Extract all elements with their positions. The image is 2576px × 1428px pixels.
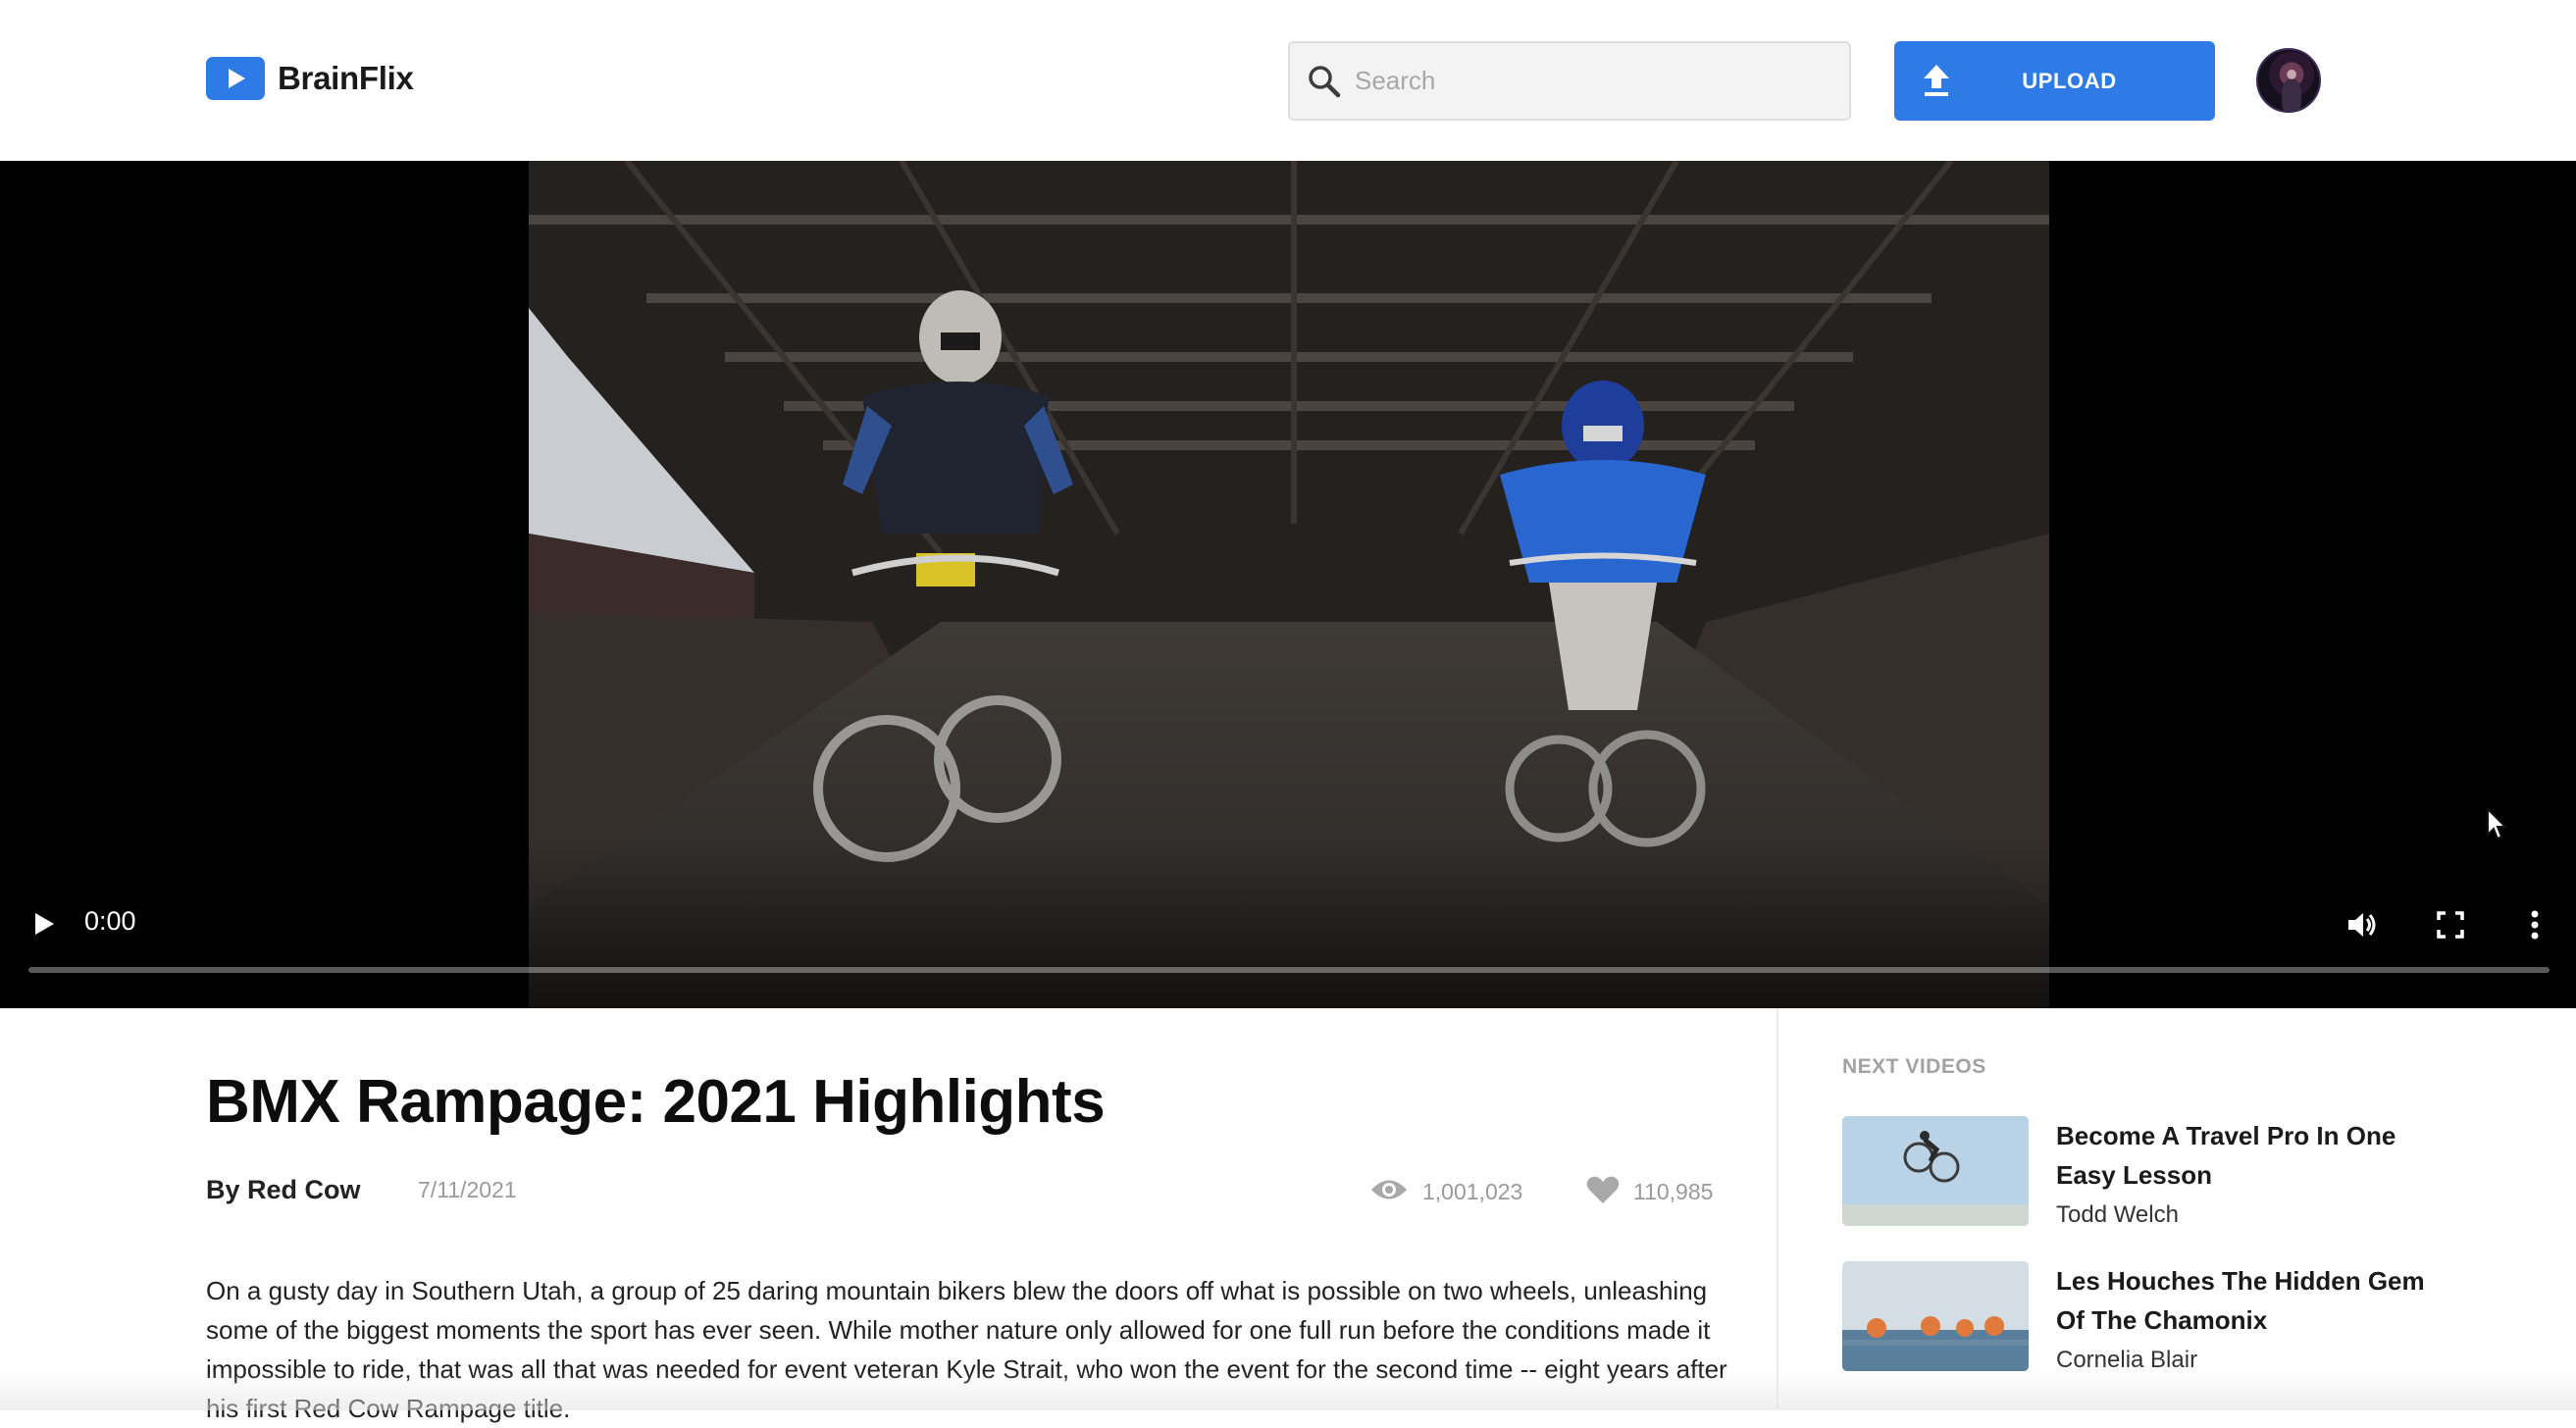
progress-bar[interactable] — [28, 967, 2550, 973]
views-value: 1,001,023 — [1422, 1179, 1523, 1204]
volume-icon[interactable] — [2344, 907, 2380, 943]
play-icon — [206, 57, 265, 100]
video-meta: By Red Cow 7/11/2021 1,001,023 110,985 — [206, 1175, 1713, 1214]
upload-label: UPLOAD — [2022, 68, 2117, 93]
likes-value: 110,985 — [1633, 1179, 1714, 1204]
time-display: 0:00 — [84, 906, 136, 936]
video-title: BMX Rampage: 2021 Highlights — [206, 1068, 1106, 1136]
next-video-thumbnail — [1842, 1116, 2029, 1226]
search-input[interactable] — [1355, 66, 1826, 96]
site-header: BrainFlix UPLOAD — [0, 0, 2576, 161]
eye-icon — [1369, 1175, 1409, 1209]
mouse-cursor-icon — [2486, 806, 2509, 842]
content-divider — [1777, 1008, 1778, 1410]
next-video-author: Todd Welch — [2056, 1201, 2179, 1228]
likes-count[interactable]: 110,985 — [1586, 1175, 1713, 1209]
play-icon[interactable] — [29, 909, 59, 939]
controls-gradient — [0, 842, 2576, 1008]
video-date: 7/11/2021 — [418, 1177, 517, 1202]
video-player[interactable]: 0:00 — [0, 161, 2576, 1008]
next-video-title: Become A Travel Pro In One Easy Lesson — [2056, 1121, 2396, 1190]
next-video-item[interactable]: Become A Travel Pro In One Easy Lesson T… — [1842, 1116, 2450, 1228]
search-icon — [1304, 61, 1345, 102]
next-videos-heading: NEXT VIDEOS — [1842, 1055, 1986, 1078]
more-vertical-icon[interactable] — [2521, 907, 2549, 943]
views-count: 1,001,023 — [1369, 1175, 1522, 1209]
next-video-thumbnail — [1842, 1261, 2029, 1371]
fullscreen-icon[interactable] — [2433, 907, 2468, 943]
video-description: On a gusty day in Southern Utah, a group… — [206, 1276, 1727, 1423]
heart-icon — [1586, 1175, 1620, 1209]
video-details: BMX Rampage: 2021 Highlights By Red Cow … — [0, 1008, 2576, 1423]
next-video-title: Les Houches The Hidden Gem Of The Chamon… — [2056, 1266, 2425, 1335]
brainflix-logo[interactable]: BrainFlix — [206, 57, 414, 100]
avatar[interactable] — [2256, 48, 2321, 113]
next-video-item[interactable]: Les Houches The Hidden Gem Of The Chamon… — [1842, 1261, 2450, 1373]
logo-text: BrainFlix — [278, 60, 414, 96]
search-bar[interactable] — [1288, 41, 1851, 121]
video-author[interactable]: By Red Cow — [206, 1175, 361, 1205]
next-video-author: Cornelia Blair — [2056, 1347, 2198, 1373]
upload-button[interactable]: UPLOAD — [1894, 41, 2215, 121]
